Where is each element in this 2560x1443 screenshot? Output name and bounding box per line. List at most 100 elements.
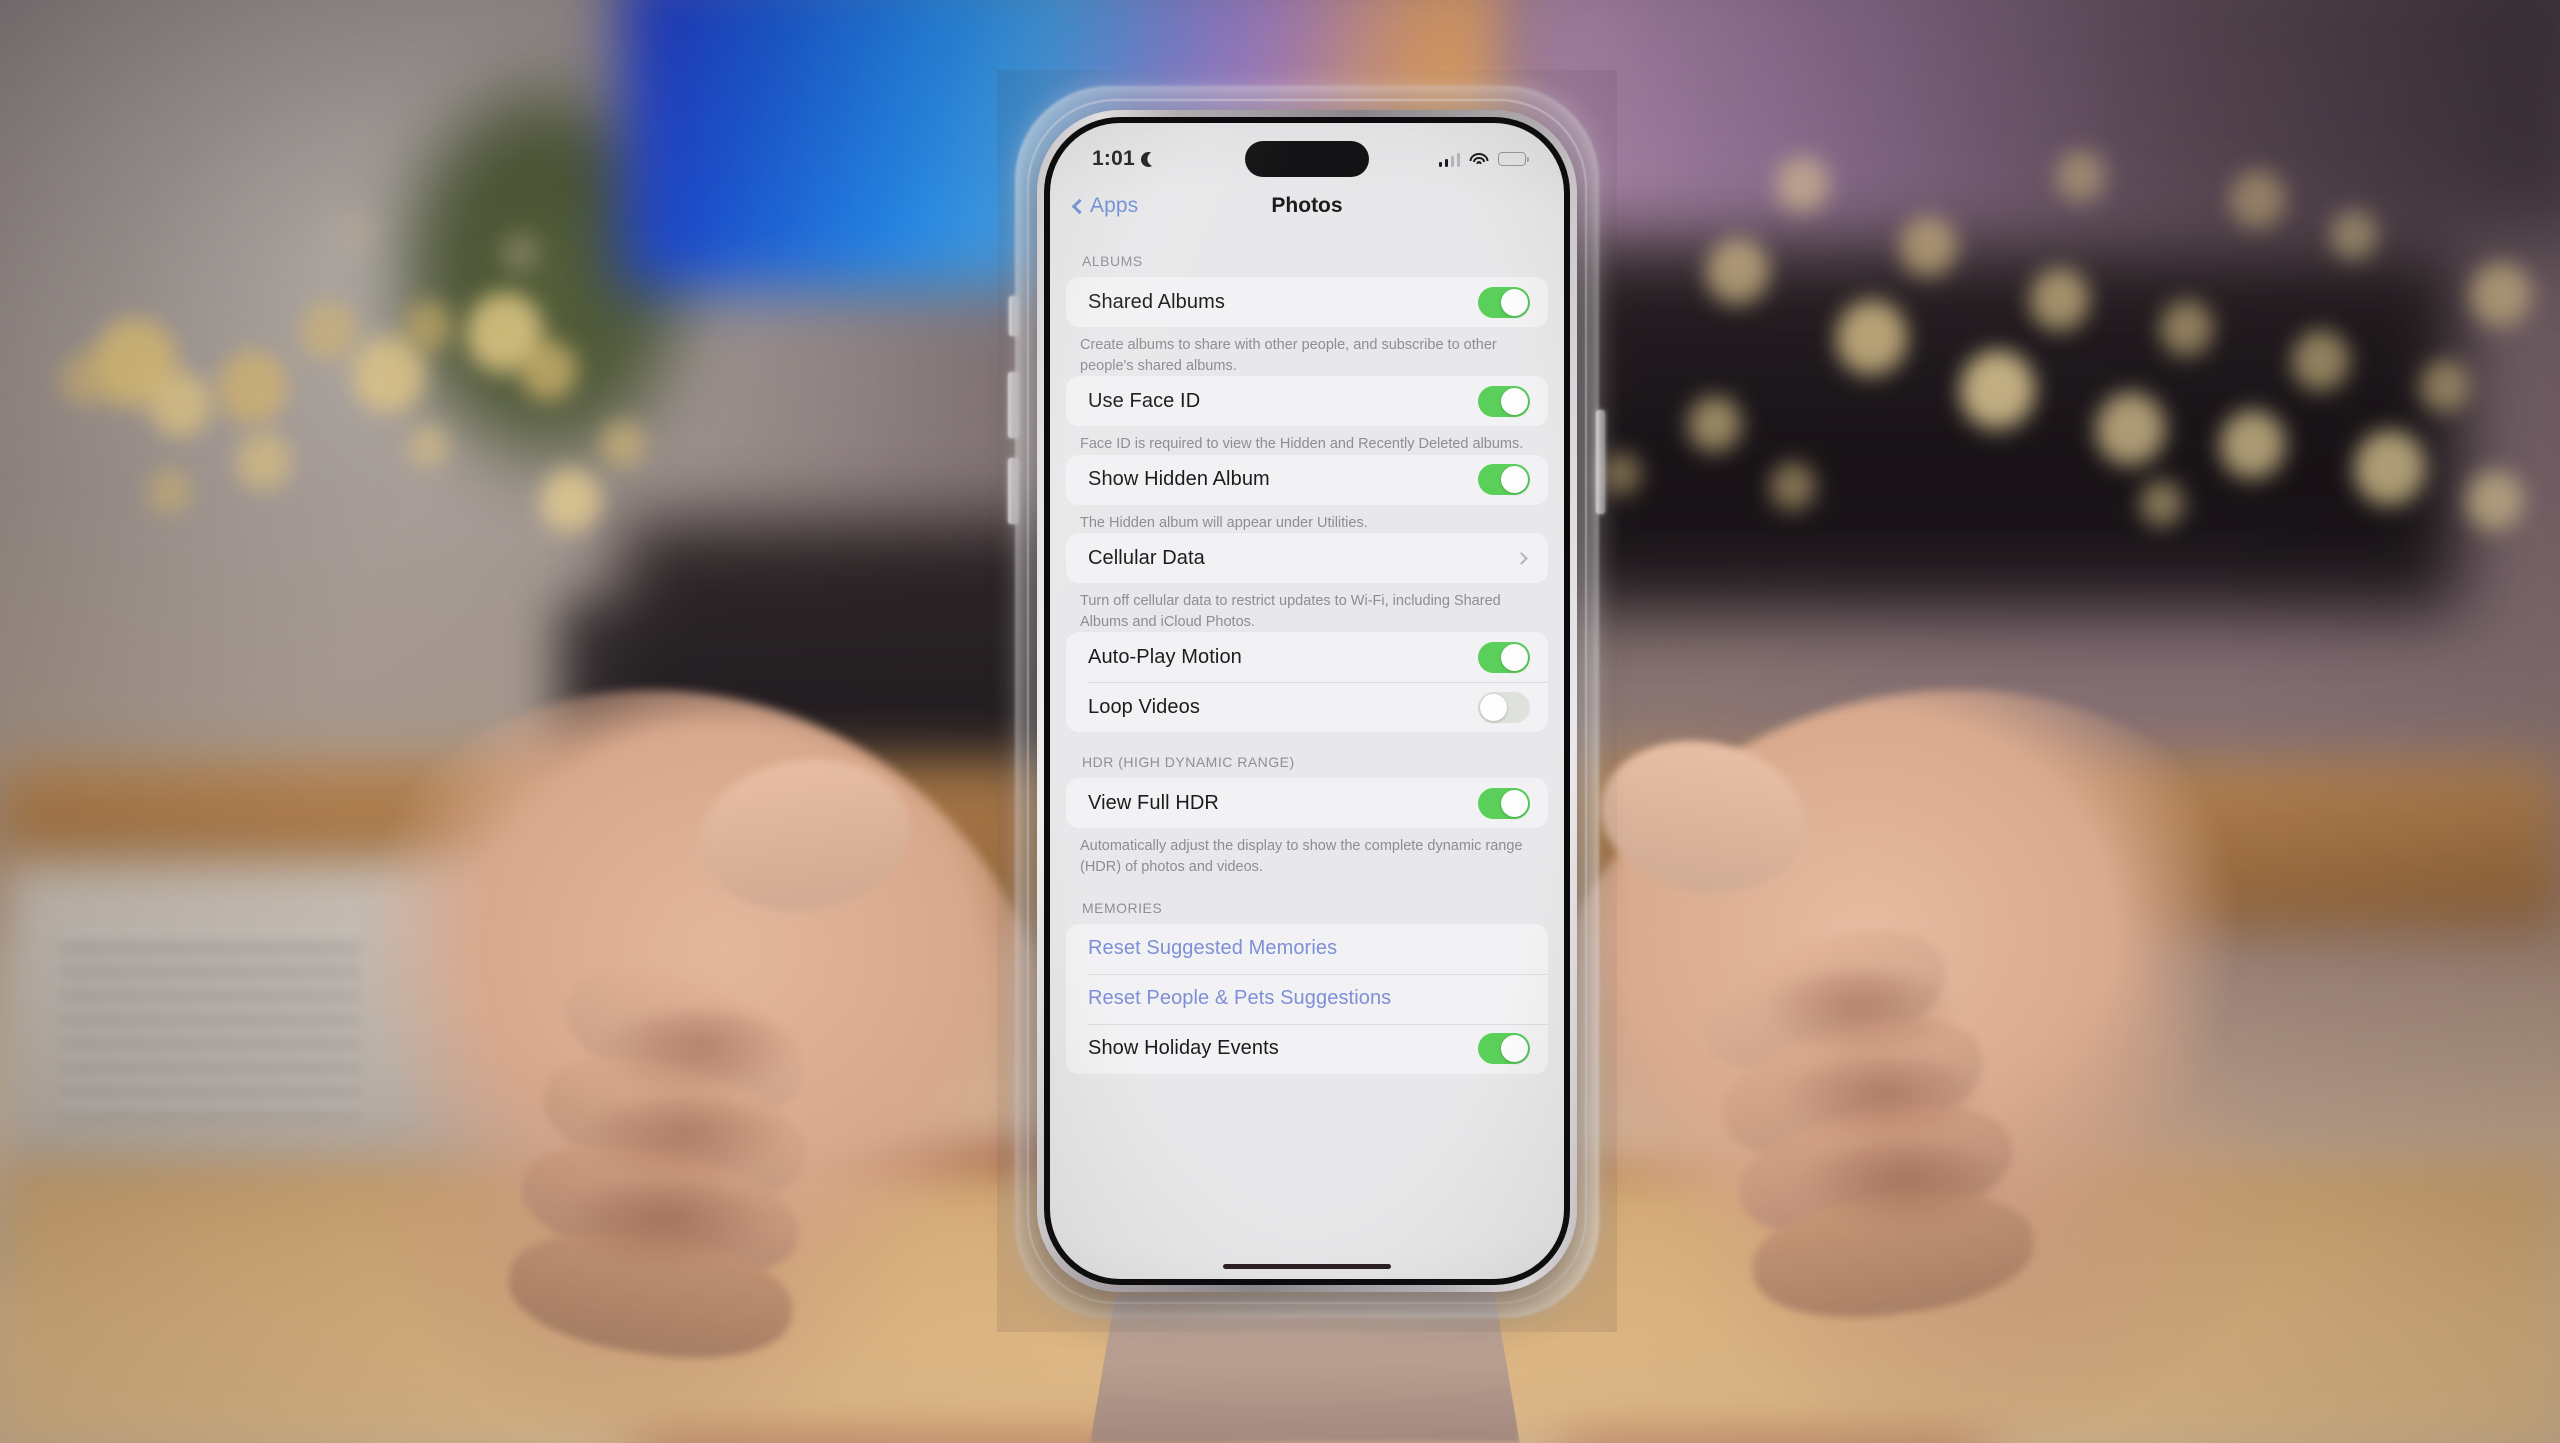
back-button[interactable]: Apps xyxy=(1071,194,1138,218)
bokeh-light xyxy=(2466,470,2524,533)
chevron-right-icon xyxy=(1515,551,1528,565)
settings-row[interactable]: Loop Videos xyxy=(1066,682,1548,732)
settings-footnote: The Hidden album will appear under Utili… xyxy=(1080,514,1368,531)
settings-row-label: Loop Videos xyxy=(1088,695,1200,718)
status-bar: 1:01 xyxy=(1050,123,1564,181)
settings-group: Show Hidden Album xyxy=(1066,454,1548,505)
action-button[interactable] xyxy=(1009,296,1018,336)
toggle-switch[interactable] xyxy=(1478,641,1530,673)
bokeh-light xyxy=(236,432,292,493)
settings-row[interactable]: Use Face ID xyxy=(1066,376,1548,426)
bokeh-light xyxy=(1960,350,2036,433)
knuckle-shadow xyxy=(1780,1058,1988,1146)
settings-row-label: Show Hidden Album xyxy=(1088,468,1270,491)
settings-row[interactable]: Reset People & Pets Suggestions xyxy=(1066,973,1548,1024)
wall-right-layer xyxy=(1500,0,2560,240)
bokeh-light xyxy=(2096,392,2166,468)
volume-down-button[interactable] xyxy=(1008,458,1018,524)
toggle-knob xyxy=(1480,693,1507,721)
bokeh-light xyxy=(60,352,112,409)
settings-row[interactable]: Cellular Data xyxy=(1066,533,1548,583)
section-header: MEMORIES xyxy=(1082,899,1163,916)
settings-group: Use Face ID xyxy=(1066,376,1548,427)
dynamic-island[interactable] xyxy=(1245,141,1369,177)
toggle-knob xyxy=(1501,466,1528,494)
bokeh-light xyxy=(1900,216,1958,279)
navigation-bar: Apps Photos xyxy=(1050,181,1564,231)
bokeh-light xyxy=(1776,156,1830,215)
settings-row-label: Reset People & Pets Suggestions xyxy=(1088,987,1392,1010)
settings-row-label: View Full HDR xyxy=(1088,791,1219,814)
toggle-switch[interactable] xyxy=(1478,1033,1530,1065)
settings-group: Reset Suggested Memories Reset People & P… xyxy=(1066,923,1548,1074)
toggle-knob xyxy=(1501,1035,1528,1063)
settings-row[interactable]: Auto-Play Motion xyxy=(1066,632,1548,682)
status-time: 1:01 xyxy=(1092,147,1156,171)
signal-bars-icon xyxy=(1438,152,1460,167)
settings-row[interactable]: View Full HDR xyxy=(1066,778,1548,828)
section-header: ALBUMS xyxy=(1082,253,1143,269)
toggle-switch[interactable] xyxy=(1478,691,1530,723)
bokeh-light xyxy=(148,468,192,516)
knuckle-shadow xyxy=(1760,970,1960,1060)
toggle-switch[interactable] xyxy=(1478,286,1530,318)
home-indicator[interactable] xyxy=(1223,1263,1391,1269)
settings-footnote: Turn off cellular data to restrict updat… xyxy=(1080,593,1501,630)
toggle-switch[interactable] xyxy=(1478,787,1530,819)
knuckle-shadow xyxy=(580,1098,790,1186)
iphone-device: 1:01 Apps Photos ALBUMS Shared Albums Cr… xyxy=(997,70,1617,1332)
toggle-switch[interactable] xyxy=(1478,385,1530,417)
settings-row[interactable]: Shared Albums xyxy=(1066,277,1548,327)
bokeh-light xyxy=(330,206,378,258)
bokeh-light xyxy=(2330,210,2378,262)
settings-row[interactable]: Show Holiday Events xyxy=(1066,1023,1548,1074)
bokeh-light xyxy=(2354,430,2426,508)
bokeh-light xyxy=(404,300,454,354)
bokeh-light xyxy=(2420,360,2470,414)
section-header: HDR (HIGH DYNAMIC RANGE) xyxy=(1082,754,1295,771)
knuckle-shadow xyxy=(560,1182,774,1270)
moon-icon xyxy=(1141,152,1156,167)
bokeh-light xyxy=(540,468,602,535)
status-indicators xyxy=(1438,152,1529,167)
bokeh-light xyxy=(300,300,358,363)
power-button[interactable] xyxy=(1596,410,1605,514)
wifi-icon xyxy=(1469,152,1489,167)
knuckle-shadow xyxy=(600,1010,800,1100)
bokeh-light xyxy=(2220,410,2286,482)
bokeh-light xyxy=(2140,480,2184,528)
settings-group: Auto-Play Motion Loop Videos xyxy=(1066,632,1548,733)
settings-row[interactable]: Show Hidden Album xyxy=(1066,455,1548,505)
settings-row-label: Shared Albums xyxy=(1088,290,1225,313)
settings-group: View Full HDR xyxy=(1066,778,1548,829)
settings-footnote: Face ID is required to view the Hidden a… xyxy=(1080,436,1524,453)
chevron-left-icon xyxy=(1071,198,1088,214)
settings-row-label: Cellular Data xyxy=(1088,546,1205,569)
knuckle-shadow xyxy=(1798,1142,2010,1230)
toggle-knob xyxy=(1501,387,1528,415)
bokeh-light xyxy=(1600,452,1642,498)
settings-row-label: Use Face ID xyxy=(1088,389,1201,412)
settings-footnote: Create albums to share with other people… xyxy=(1080,337,1497,374)
bokeh-light xyxy=(500,232,540,276)
bokeh-light xyxy=(1836,300,1908,378)
bokeh-light xyxy=(408,424,450,470)
bokeh-light xyxy=(2160,300,2214,359)
volume-up-button[interactable] xyxy=(1008,372,1018,438)
settings-group: Shared Albums xyxy=(1066,277,1548,327)
settings-row-label: Show Holiday Events xyxy=(1088,1037,1279,1060)
bokeh-light xyxy=(520,340,578,403)
phone-screen: 1:01 Apps Photos ALBUMS Shared Albums Cr… xyxy=(1050,123,1564,1279)
bokeh-light xyxy=(2056,150,2106,204)
toggle-knob xyxy=(1501,789,1528,817)
settings-row-label: Reset Suggested Memories xyxy=(1088,937,1338,960)
settings-row[interactable]: Reset Suggested Memories xyxy=(1066,924,1548,974)
toggle-knob xyxy=(1501,643,1528,671)
settings-footnote: Automatically adjust the display to show… xyxy=(1080,838,1523,876)
settings-list: ALBUMS Shared Albums Create albums to shar… xyxy=(1050,231,1564,1074)
bokeh-light xyxy=(218,350,288,426)
toggle-knob xyxy=(1501,288,1528,316)
bokeh-light xyxy=(1706,238,1770,308)
toggle-switch[interactable] xyxy=(1478,464,1530,496)
bokeh-light xyxy=(2470,262,2532,329)
